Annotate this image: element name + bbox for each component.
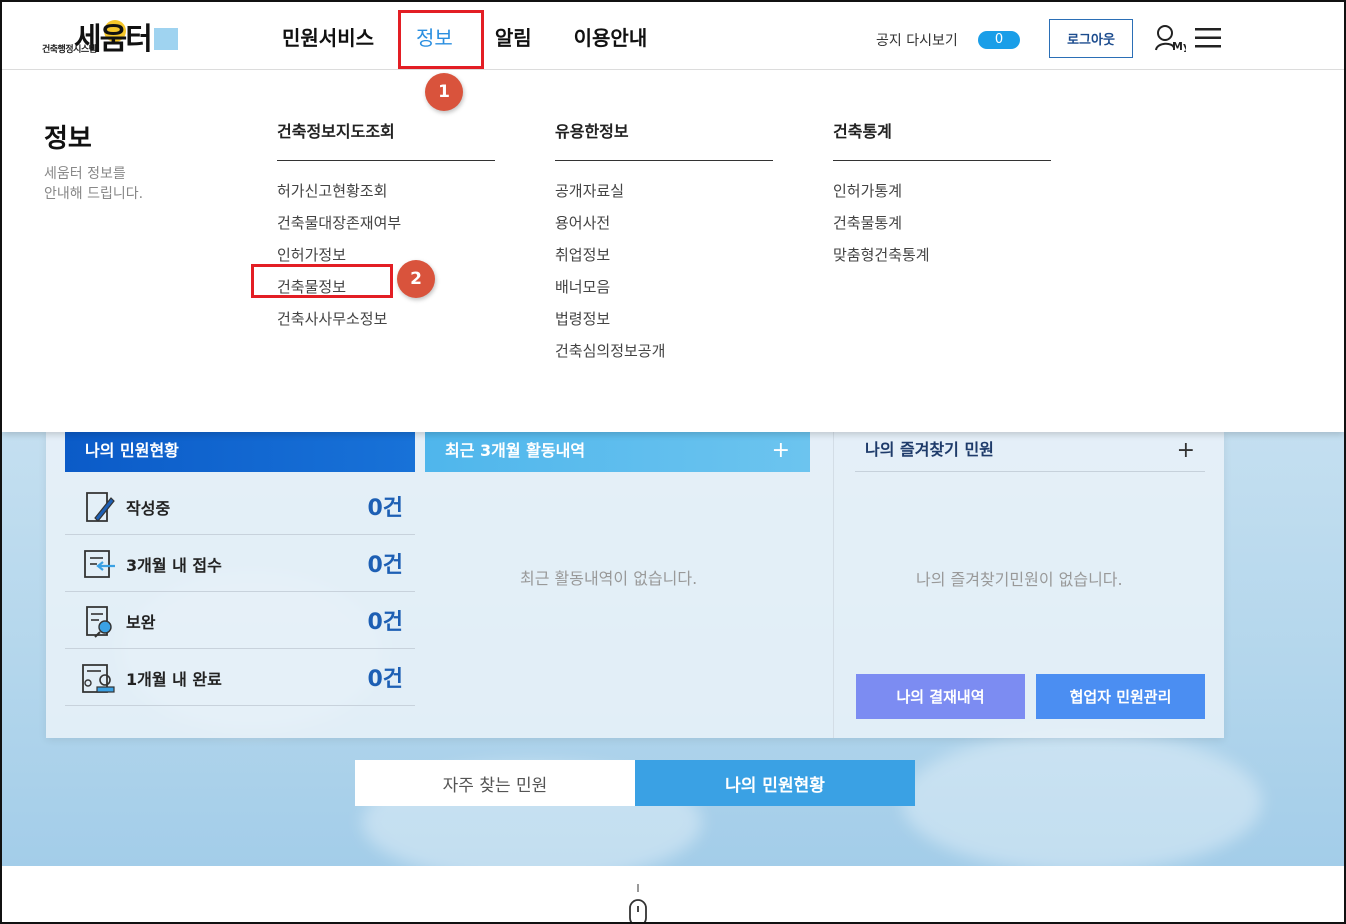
panel-divider xyxy=(833,432,834,738)
notice-replay-label[interactable]: 공지 다시보기 xyxy=(876,30,958,50)
status-label-supplement: 보완 xyxy=(126,613,156,632)
favorites-empty: 나의 즐겨찾기민원이 없습니다. xyxy=(916,570,1123,589)
favorites-title: 나의 즐겨찾기 민원 xyxy=(865,440,994,459)
menu-heading-statistics[interactable]: 건축통계 xyxy=(833,118,1051,161)
main-nav: 민원서비스 정보 알림 이용안내 xyxy=(282,22,689,51)
menu-link-building-stats[interactable]: 건축물통계 xyxy=(833,207,1051,239)
menu-link-custom-stats[interactable]: 맞춤형건축통계 xyxy=(833,239,1051,271)
menu-link-architect-office[interactable]: 건축사사무소정보 xyxy=(277,303,495,335)
status-count-supplement[interactable]: 0건 xyxy=(367,604,403,636)
desc-line-1: 세움터 정보를 xyxy=(44,166,126,182)
footer-strip xyxy=(2,866,1344,922)
status-label-completed: 1개월 내 완료 xyxy=(126,670,222,689)
status-row-received[interactable]: 3개월 내 접수 0건 xyxy=(65,535,415,592)
recent-activity-plus-icon[interactable]: + xyxy=(772,432,790,470)
status-count-writing[interactable]: 0건 xyxy=(367,490,403,522)
step-badge-1: 1 xyxy=(425,73,463,111)
hamburger-icon[interactable] xyxy=(1195,28,1221,48)
recent-activity-header: 최근 3개월 활동내역 + xyxy=(425,432,810,472)
svg-text:My: My xyxy=(1172,40,1186,52)
menu-link-jobs[interactable]: 취업정보 xyxy=(555,239,773,271)
seumteo-logo[interactable]: 세움터 건축행정시스템 xyxy=(42,14,182,58)
logout-button[interactable]: 로그아웃 xyxy=(1049,19,1133,58)
highlight-box-nav-information xyxy=(398,10,484,69)
status-row-supplement[interactable]: 보완 0건 xyxy=(65,592,415,649)
partner-civil-button[interactable]: 협업자 민원관리 xyxy=(1036,674,1205,719)
logo-blue-block xyxy=(154,28,178,50)
scroll-down-icon[interactable] xyxy=(624,882,652,922)
recent-activity-empty: 최근 활동내역이 없습니다. xyxy=(520,569,698,588)
nav-civil-service[interactable]: 민원서비스 xyxy=(282,22,374,51)
menu-link-public-data[interactable]: 공개자료실 xyxy=(555,175,773,207)
notice-count-badge[interactable]: 0 xyxy=(978,31,1020,49)
receipt-icon xyxy=(81,547,117,581)
status-row-writing[interactable]: 작성중 0건 xyxy=(65,478,415,535)
recent-activity-title: 최근 3개월 활동내역 xyxy=(445,441,586,460)
menu-link-review-disclosure[interactable]: 건축심의정보공개 xyxy=(555,335,773,367)
menu-column-useful-info: 유용한정보 공개자료실 용어사전 취업정보 배너모음 법령정보 건축심의정보공개 xyxy=(555,118,773,367)
user-my-icon[interactable]: My xyxy=(1154,24,1190,53)
status-label-received: 3개월 내 접수 xyxy=(126,556,222,575)
nav-notifications[interactable]: 알림 xyxy=(495,22,532,51)
dashboard-tabs: 자주 찾는 민원 나의 민원현황 xyxy=(355,760,915,806)
menu-link-permit-status[interactable]: 허가신고현황조회 xyxy=(277,175,495,207)
browser-frame: 세움터 건축행정시스템 민원서비스 정보 알림 이용안내 공지 다시보기 0 로… xyxy=(0,0,1346,924)
site-header: 세움터 건축행정시스템 민원서비스 정보 알림 이용안내 공지 다시보기 0 로… xyxy=(2,2,1344,70)
menu-column-building-map: 건축정보지도조회 허가신고현황조회 건축물대장존재여부 인허가정보 건축물정보 … xyxy=(277,118,495,335)
mega-menu-title: 정보 xyxy=(44,124,92,154)
menu-link-ledger-existence[interactable]: 건축물대장존재여부 xyxy=(277,207,495,239)
menu-link-laws[interactable]: 법령정보 xyxy=(555,303,773,335)
menu-heading-useful-info[interactable]: 유용한정보 xyxy=(555,118,773,161)
complete-icon xyxy=(81,661,117,695)
menu-heading-building-map[interactable]: 건축정보지도조회 xyxy=(277,118,495,161)
my-status-title: 나의 민원현황 xyxy=(65,432,415,472)
nav-usage-guide[interactable]: 이용안내 xyxy=(574,22,648,51)
writing-icon xyxy=(81,490,117,524)
mega-menu-description: 세움터 정보를 안내해 드립니다. xyxy=(44,164,184,204)
menu-column-statistics: 건축통계 인허가통계 건축물통계 맞춤형건축통계 xyxy=(833,118,1051,271)
tab-my-civil-status[interactable]: 나의 민원현황 xyxy=(635,760,915,806)
highlight-box-building-info xyxy=(251,264,393,298)
tab-frequent-civil[interactable]: 자주 찾는 민원 xyxy=(355,760,635,806)
menu-link-permit-stats[interactable]: 인허가통계 xyxy=(833,175,1051,207)
favorites-header: 나의 즐겨찾기 민원 + xyxy=(855,432,1205,472)
status-count-completed[interactable]: 0건 xyxy=(367,661,403,693)
step-badge-2: 2 xyxy=(397,260,435,298)
menu-link-glossary[interactable]: 용어사전 xyxy=(555,207,773,239)
status-row-completed[interactable]: 1개월 내 완료 0건 xyxy=(65,649,415,706)
logo-subtitle: 건축행정시스템 xyxy=(42,45,97,55)
my-payment-button[interactable]: 나의 결재내역 xyxy=(856,674,1025,719)
info-mega-menu: 정보 세움터 정보를 안내해 드립니다. 건축정보지도조회 허가신고현황조회 건… xyxy=(2,70,1344,432)
favorites-plus-icon[interactable]: + xyxy=(1177,432,1195,470)
supplement-icon xyxy=(81,604,117,638)
status-count-received[interactable]: 0건 xyxy=(367,547,403,579)
menu-link-banners[interactable]: 배너모음 xyxy=(555,271,773,303)
status-label-writing: 작성중 xyxy=(126,499,171,518)
desc-line-2: 안내해 드립니다. xyxy=(44,186,144,202)
